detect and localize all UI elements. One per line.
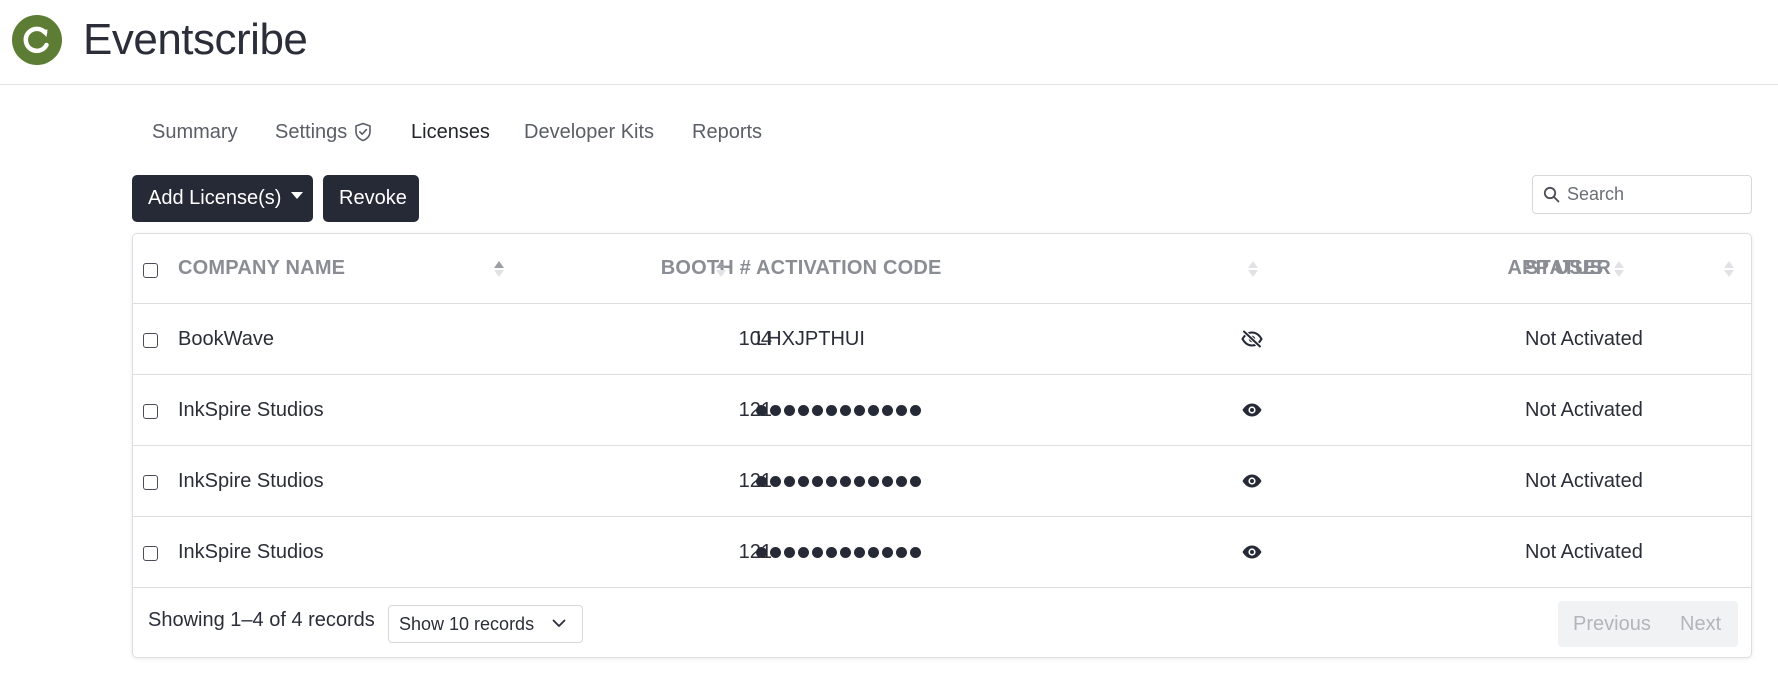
app-logo[interactable] bbox=[12, 15, 62, 65]
add-licenses-label: Add License(s) bbox=[148, 187, 282, 209]
row-checkbox[interactable] bbox=[143, 475, 158, 490]
tab-summary[interactable]: Summary bbox=[152, 117, 238, 147]
show-code-toggle[interactable] bbox=[1241, 517, 1263, 587]
row-checkbox[interactable] bbox=[143, 333, 158, 348]
revoke-button[interactable]: Revoke bbox=[323, 175, 419, 222]
company-name: InkSpire Studios bbox=[178, 398, 324, 421]
shield-check-icon bbox=[355, 122, 372, 142]
page-size-select[interactable]: Show 10 records bbox=[388, 605, 583, 643]
company-name: BookWave bbox=[178, 327, 274, 350]
activation-code-masked bbox=[756, 375, 924, 445]
company-name: InkSpire Studios bbox=[178, 469, 324, 492]
tab-developer-kits[interactable]: Developer Kits bbox=[524, 117, 654, 147]
tab-licenses[interactable]: Licenses bbox=[411, 117, 490, 147]
records-count: Showing 1–4 of 4 records bbox=[148, 609, 375, 631]
header-status[interactable]: STATUS bbox=[1525, 234, 1603, 303]
table-row: BookWave 104 LHXJPTHUI Not Activated bbox=[133, 304, 1751, 375]
sort-icon[interactable] bbox=[1723, 259, 1735, 279]
table-header-row: COMPANY NAME BOOTH # ACTIVATION CODE APP… bbox=[133, 234, 1751, 304]
activation-code-masked bbox=[756, 517, 924, 587]
table-row: InkSpire Studios 121 Not Activated bbox=[133, 375, 1751, 446]
app-title: Eventscribe bbox=[83, 15, 308, 64]
show-code-toggle[interactable] bbox=[1241, 446, 1263, 516]
search-icon bbox=[1543, 186, 1560, 203]
header-company-name[interactable]: COMPANY NAME bbox=[178, 234, 345, 303]
show-code-toggle[interactable] bbox=[1241, 375, 1263, 445]
table-row: InkSpire Studios 121 Not Activated bbox=[133, 446, 1751, 517]
eye-icon bbox=[1242, 474, 1262, 488]
caret-down-icon bbox=[291, 192, 304, 200]
table-row: InkSpire Studios 121 Not Activated bbox=[133, 517, 1751, 588]
previous-page-button[interactable]: Previous bbox=[1573, 601, 1651, 647]
booth-number: 121 bbox=[543, 446, 783, 516]
status-text: Not Activated bbox=[1525, 327, 1643, 350]
status-text: Not Activated bbox=[1525, 469, 1643, 492]
select-all-checkbox[interactable] bbox=[143, 263, 158, 278]
booth-number: 121 bbox=[543, 375, 783, 445]
booth-number: 104 bbox=[738, 327, 772, 350]
header-activation-code[interactable]: ACTIVATION CODE bbox=[756, 234, 942, 303]
tab-settings[interactable]: Settings bbox=[275, 117, 372, 147]
sort-icon[interactable] bbox=[1613, 259, 1625, 279]
refresh-c-logo-icon bbox=[23, 26, 49, 54]
sort-icon[interactable] bbox=[1247, 259, 1259, 279]
app-header: Eventscribe bbox=[0, 0, 1778, 85]
status-text: Not Activated bbox=[1525, 540, 1643, 563]
activation-code-masked bbox=[756, 446, 924, 516]
company-name: InkSpire Studios bbox=[178, 540, 324, 563]
eye-icon bbox=[1242, 403, 1262, 417]
pagination: Previous Next bbox=[1558, 601, 1738, 647]
next-page-button[interactable]: Next bbox=[1680, 601, 1721, 647]
sort-icon[interactable] bbox=[715, 259, 727, 279]
activation-code: LHXJPTHUI bbox=[756, 327, 865, 350]
status-text: Not Activated bbox=[1525, 398, 1643, 421]
chevron-down-icon bbox=[552, 619, 566, 627]
page-size-label: Show 10 records bbox=[399, 614, 535, 634]
add-licenses-button[interactable]: Add License(s) bbox=[132, 175, 313, 222]
eye-slash-icon bbox=[1241, 330, 1263, 348]
tab-settings-label: Settings bbox=[275, 121, 348, 143]
eye-icon bbox=[1242, 545, 1262, 559]
row-checkbox[interactable] bbox=[143, 546, 158, 561]
search-input[interactable] bbox=[1567, 176, 1747, 213]
hide-code-toggle[interactable] bbox=[1241, 304, 1263, 374]
sort-icon[interactable] bbox=[493, 259, 505, 279]
row-checkbox[interactable] bbox=[143, 404, 158, 419]
booth-number: 121 bbox=[543, 517, 783, 587]
tab-reports[interactable]: Reports bbox=[692, 117, 762, 147]
search-box bbox=[1532, 175, 1752, 214]
licenses-table: COMPANY NAME BOOTH # ACTIVATION CODE APP… bbox=[132, 233, 1752, 658]
